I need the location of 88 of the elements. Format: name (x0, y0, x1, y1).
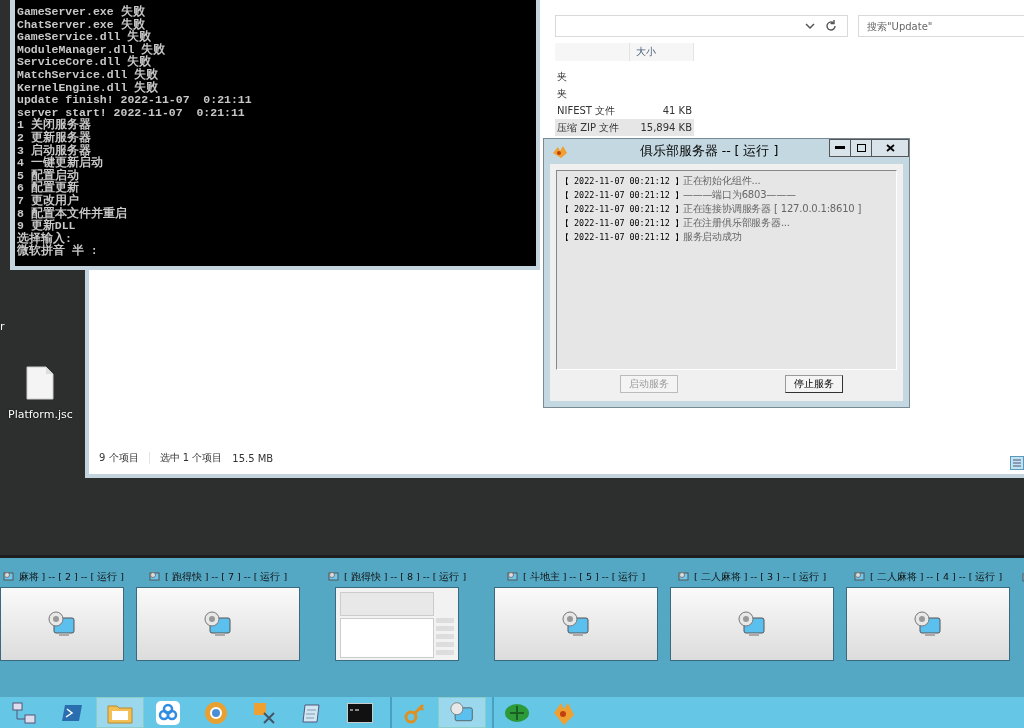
window-title: 俱乐部服务器 -- [ 运行 ] (638, 143, 780, 160)
search-field[interactable]: 搜索"Update" (858, 15, 1024, 37)
computer-icon (677, 571, 690, 583)
game-icon (503, 701, 530, 724)
refresh-icon[interactable] (825, 20, 837, 32)
close-icon (885, 144, 895, 152)
computer-icon (2, 571, 15, 583)
console-line: update finish! 2022-11-07 0:21:11 (17, 94, 253, 107)
file-row[interactable]: 夹 (555, 85, 694, 102)
thumbnail-preview[interactable] (846, 587, 1010, 661)
column-header[interactable]: 大小 (630, 43, 694, 61)
tools-icon (251, 700, 276, 725)
console-line: 微软拼音 半 : (17, 245, 99, 258)
window-preview-drawing[interactable] (335, 587, 459, 661)
computer-icon (737, 610, 767, 638)
console-line: 选择输入: (17, 232, 72, 245)
thumbnail-title[interactable]: 麻将 ] -- [ 2 ] -- [ 运行 ] (18, 570, 124, 584)
minimize-icon (835, 146, 845, 150)
console-line: 2 更新服务器 (17, 131, 92, 144)
console-line: ServiceCore.dll 失败 (17, 56, 152, 69)
computer-icon (506, 571, 519, 583)
desktop-icon-label: r (0, 320, 5, 333)
thumbnail-preview[interactable] (670, 587, 834, 661)
maximize-button[interactable] (850, 139, 872, 157)
thumbnail-preview[interactable] (0, 587, 124, 661)
file-type: 夹 (556, 86, 568, 101)
log-time: 【 2022-11-07 00:21:12 】 (561, 175, 683, 188)
file-row[interactable]: NIFEST 文件 41 KB (555, 102, 694, 119)
log-message: ———端口为6803——— (682, 188, 796, 201)
chevron-down-icon[interactable] (805, 22, 815, 30)
computer-icon (148, 571, 161, 583)
log-message: 正在连接协调服务器 [ 127.0.0.1:8610 ] (682, 202, 862, 215)
computer-icon (913, 610, 943, 638)
console-line: 8 配置本文件并重启 (17, 207, 128, 220)
close-button[interactable] (871, 139, 909, 157)
console-line: ModuleManager.dll 失败 (17, 43, 167, 56)
file-size: 15,894 KB (639, 122, 692, 133)
thumbnail-title[interactable]: [ 斗地主 ] -- [ 5 ] -- [ 运行 ] (522, 570, 646, 584)
console-line: ChatServer.exe 失败 (17, 18, 145, 31)
file-type: 夹 (556, 69, 568, 84)
thumbnail-preview[interactable] (136, 587, 300, 661)
console-line: 3 启动服务器 (17, 144, 91, 157)
computer-icon (853, 571, 866, 583)
file-row[interactable]: 夹 (555, 68, 694, 85)
computer-icon (561, 610, 591, 638)
thumbnail-title[interactable]: [ 跑得快 ] -- [ 7 ] -- [ 运行 ] (164, 570, 288, 584)
item-count: 9 个项目 (99, 451, 139, 465)
browser-icon (203, 700, 228, 725)
log-time: 【 2022-11-07 00:21:12 】 (561, 203, 683, 216)
selection-size: 15.5 MB (232, 452, 274, 464)
console-line: KernelEngine.dll 失败 (17, 81, 160, 95)
log-message: 正在初始化组件... (682, 174, 761, 187)
thumbnail-preview[interactable] (494, 587, 658, 661)
file-name: Platform.jsc (8, 408, 73, 421)
maximize-icon (856, 144, 866, 152)
thumbnail-title[interactable]: [ 跑得快 ] -- [ 8 ] -- [ 运行 ] (343, 570, 467, 584)
cloud-icon (154, 699, 181, 726)
network-icon (11, 701, 36, 724)
computer-icon (203, 610, 233, 638)
file-type: 压缩 ZIP 文件 (556, 120, 621, 135)
file-row[interactable]: 压缩 ZIP 文件 15,894 KB (555, 119, 694, 136)
thumbnail-title[interactable]: [ 二人麻将 ] -- [ 4 ] -- [ 运行 ] (869, 570, 1003, 584)
console-line: 9 更新DLL (17, 220, 76, 233)
service-button[interactable]: 停止服务 (785, 375, 844, 393)
log-message: 服务启动成功 (682, 230, 742, 243)
file-icon[interactable] (26, 366, 55, 400)
console-line: 5 配置启动 (17, 169, 80, 182)
console-line: MatchService.dll 失败 (17, 68, 160, 82)
minimize-button[interactable] (829, 139, 851, 157)
log-message: 正在注册俱乐部服务器... (682, 216, 790, 229)
console-icon (346, 702, 373, 723)
thumbnail-title[interactable]: [ 二人麻将 ] -- [ 3 ] -- [ 运行 ] (693, 570, 827, 584)
notepad-icon (300, 701, 323, 724)
selection-count: 选中 1 个项目 (159, 451, 223, 465)
file-type: NIFEST 文件 (556, 103, 617, 118)
log-time: 【 2022-11-07 00:21:12 】 (561, 189, 683, 202)
details-view-icon[interactable] (1010, 456, 1024, 470)
log-time: 【 2022-11-07 00:21:12 】 (561, 217, 683, 230)
console-line: server start! 2022-11-07 0:21:11 (17, 106, 246, 119)
log-time: 【 2022-11-07 00:21:12 】 (561, 231, 683, 244)
terminal-icon (60, 703, 83, 722)
console-line: GameService.dll 失败 (17, 31, 152, 44)
app-icon (552, 144, 568, 159)
computer-icon (47, 610, 77, 638)
computer-icon (327, 571, 340, 583)
file-size: 41 KB (661, 105, 692, 116)
console-line: 6 配置更新 (17, 182, 80, 195)
console-line: 7 更改用户 (17, 194, 79, 207)
